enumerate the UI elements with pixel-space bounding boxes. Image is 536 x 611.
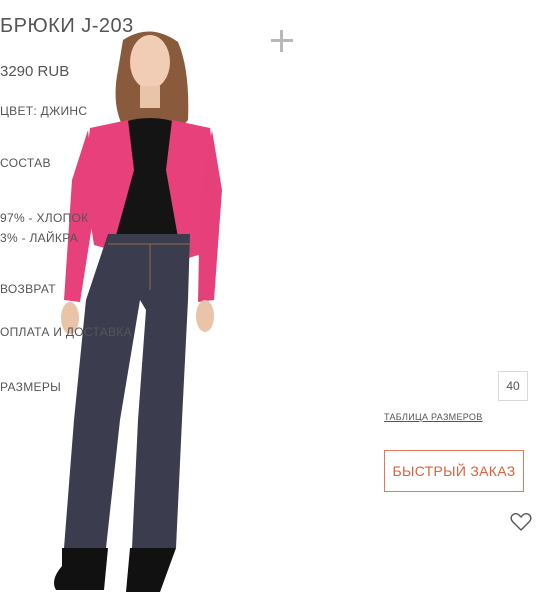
composition-section-toggle[interactable]: СОСТАВ	[0, 156, 150, 170]
composition-line: 97% - ХЛОПОК	[0, 211, 89, 225]
zoom-plus-icon[interactable]	[270, 29, 294, 53]
size-table-link[interactable]: ТАБЛИЦА РАЗМЕРОВ	[384, 412, 483, 422]
wishlist-heart-icon[interactable]	[510, 512, 532, 532]
product-title: БРЮКИ J-203	[0, 15, 134, 37]
model-illustration	[54, 31, 222, 592]
quick-order-button[interactable]: БЫСТРЫЙ ЗАКАЗ	[384, 450, 524, 492]
payment-delivery-section-toggle[interactable]: ОПЛАТА И ДОСТАВКА	[0, 325, 150, 339]
composition-line: 3% - ЛАЙКРА	[0, 231, 79, 245]
sizes-label: РАЗМЕРЫ	[0, 380, 62, 394]
product-price: 3290 RUB	[0, 63, 70, 80]
return-section-toggle[interactable]: ВОЗВРАТ	[0, 282, 150, 296]
product-photo[interactable]	[0, 0, 300, 611]
size-option-40[interactable]: 40	[498, 371, 528, 401]
color-label: ЦВЕТ: ДЖИНС	[0, 104, 88, 118]
